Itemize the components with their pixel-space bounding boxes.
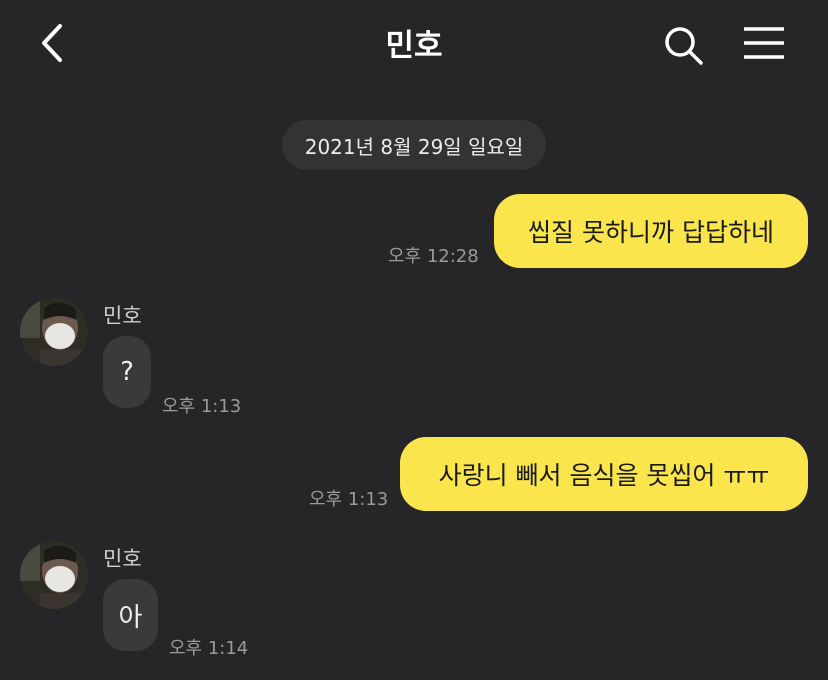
back-button[interactable]: [34, 22, 74, 64]
message-text: 씹질 못하니까 답답하네: [528, 218, 774, 247]
sender-name: 민호: [103, 547, 142, 571]
message-text: 사랑니 빼서 음식을 못씹어 ㅠㅠ: [438, 461, 770, 490]
avatar[interactable]: [20, 298, 88, 366]
profile-photo-icon: [20, 541, 88, 609]
my-message-bubble[interactable]: 사랑니 빼서 음식을 못씹어 ㅠㅠ: [400, 437, 808, 511]
message-text: ?: [120, 357, 134, 387]
date-divider-text: 2021년 8월 29일 일요일: [304, 134, 524, 159]
message-time: 오후 12:28: [388, 246, 479, 267]
message-text: 아: [118, 602, 143, 633]
other-message-bubble[interactable]: 아: [103, 579, 158, 651]
avatar[interactable]: [20, 541, 88, 609]
search-button[interactable]: [662, 24, 706, 68]
chat-header: 민호: [0, 0, 828, 86]
chat-title: 민호: [385, 28, 443, 64]
chevron-left-icon: [42, 24, 62, 62]
message-time: 오후 1:13: [162, 396, 242, 417]
search-icon: [665, 27, 703, 65]
my-message-bubble[interactable]: 씹질 못하니까 답답하네: [494, 194, 808, 268]
other-message-bubble[interactable]: ?: [103, 336, 151, 408]
date-divider: 2021년 8월 29일 일요일: [282, 120, 546, 170]
menu-button[interactable]: [742, 26, 786, 60]
sender-name: 민호: [103, 304, 142, 328]
message-time: 오후 1:13: [309, 489, 389, 510]
hamburger-menu-icon: [744, 27, 784, 59]
profile-photo-icon: [20, 298, 88, 366]
message-time: 오후 1:14: [169, 638, 249, 659]
